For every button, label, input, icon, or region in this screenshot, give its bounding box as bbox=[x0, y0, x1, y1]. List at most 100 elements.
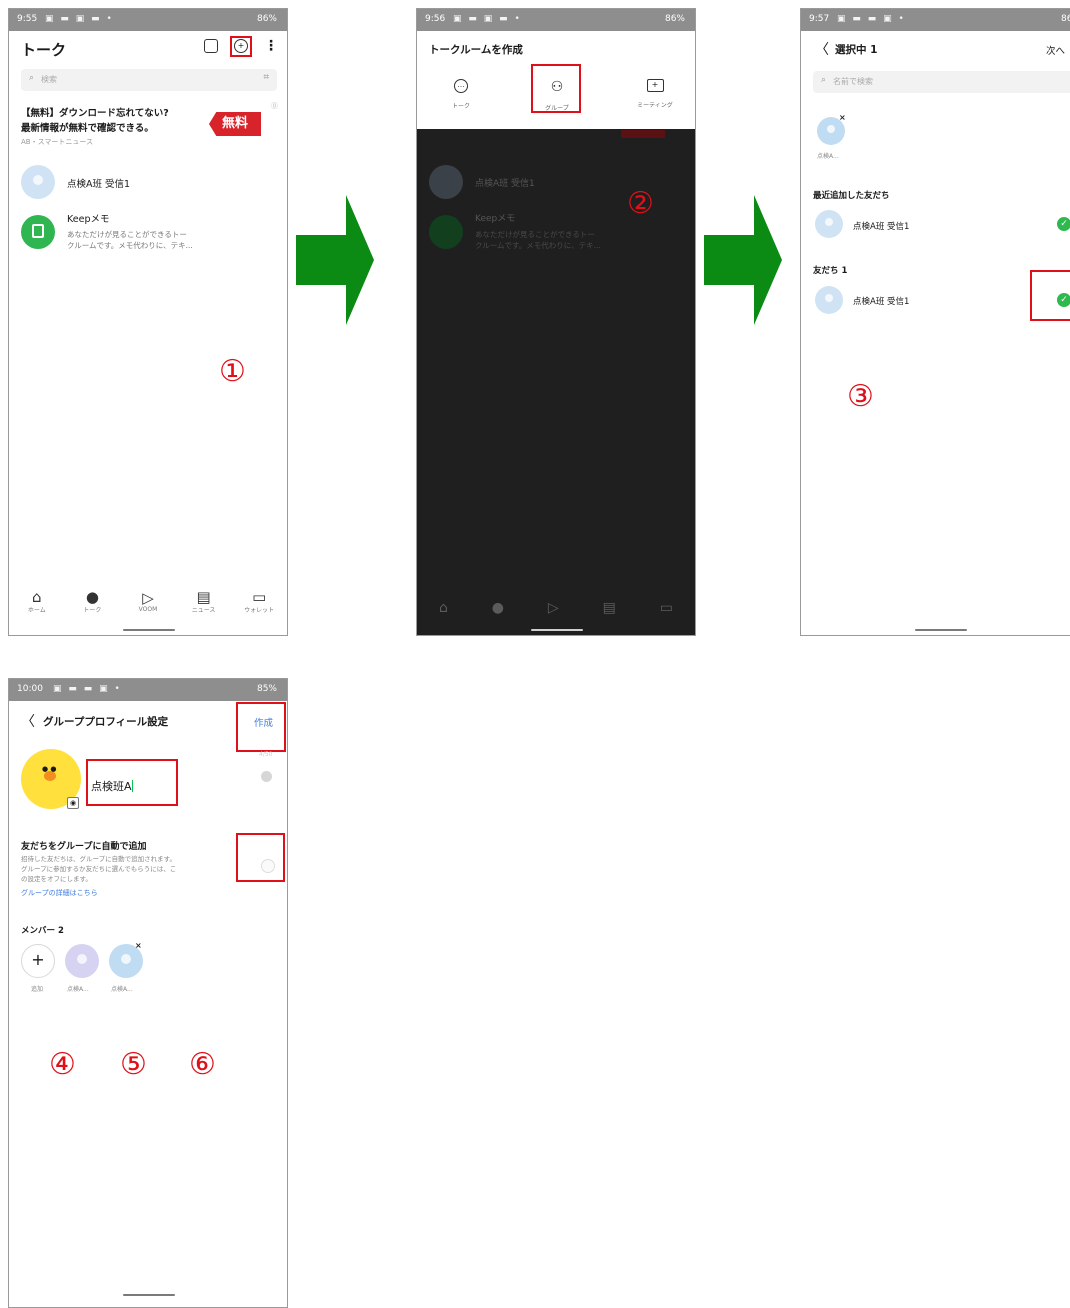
home-indicator bbox=[915, 629, 967, 631]
news-icon: ▤ bbox=[196, 587, 211, 606]
avatar[interactable] bbox=[815, 286, 843, 314]
notification-icons: ▣ ▬ ▬ ▣ • bbox=[837, 14, 906, 24]
notification-icons: ▣ ▬ ▣ ▬ • bbox=[45, 14, 114, 24]
highlight-group-option bbox=[531, 64, 581, 113]
step-label-5: ⑤ bbox=[120, 1047, 147, 1082]
remove-member-icon[interactable]: × bbox=[135, 941, 142, 950]
option-talk[interactable]: … トーク bbox=[439, 79, 483, 112]
search-placeholder: 検索 bbox=[41, 75, 57, 84]
nav-talk[interactable]: ● トーク bbox=[72, 589, 112, 614]
dimmed-ad-badge bbox=[621, 130, 665, 138]
step-label-6: ⑥ bbox=[189, 1047, 216, 1082]
status-bar: 10:00 ▣ ▬ ▬ ▣ • 85% bbox=[9, 679, 287, 701]
camera-icon[interactable]: ◉ bbox=[67, 797, 79, 809]
step-label-2: ② bbox=[627, 186, 654, 221]
auto-add-description: の設定をオフにします。 bbox=[21, 875, 92, 883]
keep-memo-avatar[interactable] bbox=[21, 215, 55, 249]
status-time: 9:56 bbox=[425, 14, 446, 24]
member-label: 点検A... bbox=[111, 986, 133, 993]
clear-icon[interactable] bbox=[261, 771, 272, 782]
step-label-4: ④ bbox=[49, 1047, 76, 1082]
dimmed-keep-avatar bbox=[429, 215, 463, 249]
highlight-create-button bbox=[236, 702, 286, 752]
nav-home[interactable]: ⌂ ホーム bbox=[17, 589, 57, 614]
home-icon: ⌂ bbox=[32, 587, 42, 606]
ad-badge[interactable]: 無料 bbox=[209, 112, 261, 136]
more-menu-icon[interactable]: ⋮ bbox=[264, 38, 278, 54]
screenshot-create-room: 9:56 ▣ ▬ ▣ ▬ • 86% トークルームを作成 … トーク ⚇ グルー… bbox=[416, 8, 696, 636]
video-plus-icon: + bbox=[646, 79, 664, 92]
member-label: 点検A... bbox=[67, 986, 89, 993]
notification-icons: ▣ ▬ ▣ ▬ • bbox=[453, 14, 522, 24]
chat-preview: あなただけが見ることができるトー bbox=[67, 230, 187, 239]
highlight-new-chat bbox=[230, 36, 252, 57]
bottom-nav: ⌂ ホーム ● トーク ▷ VOOM ▤ ニュース ▭ ウォレット bbox=[9, 577, 287, 625]
status-battery: 85% bbox=[256, 684, 277, 694]
screenshot-talk-list: 9:55 ▣ ▬ ▣ ▬ • 86% トーク + ⋮ ⌕ 検索 ⌗ 【無料】ダウ… bbox=[8, 8, 288, 636]
nav-news[interactable]: ▤ ニュース bbox=[184, 589, 224, 614]
search-placeholder: 名前で検索 bbox=[833, 77, 873, 86]
auto-add-description: グループに参加するか友だちに選んでもらうには、こ bbox=[21, 865, 177, 873]
nav-voom[interactable]: ▷ VOOM bbox=[128, 590, 168, 613]
voom-icon: ▷ bbox=[142, 588, 154, 607]
group-details-link[interactable]: グループの詳細はこちら bbox=[21, 888, 98, 898]
highlight-auto-add-toggle bbox=[236, 833, 285, 882]
status-bar: 9:56 ▣ ▬ ▣ ▬ • 86% bbox=[417, 9, 695, 31]
list-icon[interactable] bbox=[204, 39, 218, 53]
arrow-2 bbox=[704, 195, 782, 325]
ad-subtitle: 最新情報が無料で確認できる。 bbox=[21, 123, 154, 134]
members-label: メンバー 2 bbox=[21, 926, 64, 936]
step-label-3: ③ bbox=[847, 379, 874, 414]
home-indicator bbox=[531, 629, 583, 631]
friend-name[interactable]: 点検A班 受信1 bbox=[853, 295, 909, 307]
highlight-group-name bbox=[86, 759, 178, 806]
page-title: グループプロフィール設定 bbox=[43, 716, 169, 728]
sheet-title: トークルームを作成 bbox=[429, 44, 523, 56]
dimmed-chat-preview: あなただけが見ることができるトー bbox=[475, 230, 595, 239]
dimmed-bottom-nav: ⌂ ● ▷ ▤ ▭ bbox=[417, 584, 695, 632]
selected-member-label: 点検A... bbox=[817, 153, 839, 160]
home-indicator bbox=[123, 629, 175, 631]
dimmed-chat-preview: クルームです。メモ代わりに、テキ... bbox=[475, 241, 601, 250]
search-icon: ⌕ bbox=[29, 73, 35, 83]
avatar[interactable] bbox=[815, 210, 843, 238]
status-time: 10:00 bbox=[17, 684, 43, 694]
selected-check-icon[interactable]: ✓ bbox=[1057, 217, 1070, 231]
option-meeting[interactable]: + ミーティング bbox=[627, 79, 683, 111]
home-icon: ⌂ bbox=[438, 600, 448, 616]
back-icon[interactable]: 〈 bbox=[21, 711, 35, 731]
screenshot-select-friends: 9:57 ▣ ▬ ▬ ▣ • 86% 〈 選択中 1 次へ ⌕ 名前で検索 × … bbox=[800, 8, 1070, 636]
avatar[interactable] bbox=[21, 165, 55, 199]
bookmark-icon bbox=[32, 224, 44, 238]
nav-wallet[interactable]: ▭ ウォレット bbox=[239, 589, 279, 614]
status-time: 9:55 bbox=[17, 14, 38, 24]
remove-selected-icon[interactable]: × bbox=[839, 113, 846, 122]
friend-name[interactable]: 点検A班 受信1 bbox=[853, 220, 909, 232]
search-input[interactable]: ⌕ 検索 ⌗ bbox=[21, 69, 277, 91]
chat-preview: クルームです。メモ代わりに、テキ... bbox=[67, 241, 193, 250]
qr-scan-icon[interactable]: ⌗ bbox=[263, 72, 269, 83]
member-avatar[interactable] bbox=[65, 944, 99, 978]
talk-icon: ● bbox=[491, 600, 504, 616]
search-input[interactable]: ⌕ 名前で検索 bbox=[813, 71, 1070, 93]
char-count: 4/50 bbox=[259, 751, 273, 758]
status-battery: 86% bbox=[1060, 14, 1070, 24]
voom-icon: ▷ bbox=[547, 600, 559, 616]
auto-add-title: 友だちをグループに自動で追加 bbox=[21, 842, 147, 852]
screenshot-group-profile: 10:00 ▣ ▬ ▬ ▣ • 85% 〈 グループプロフィール設定 作成 ● … bbox=[8, 678, 288, 1308]
sally-eyes-icon: ● ● bbox=[42, 765, 57, 773]
chat-name[interactable]: 点検A班 受信1 bbox=[67, 176, 130, 190]
dimmed-chat-name: 点検A班 受信1 bbox=[475, 179, 535, 189]
add-member-button[interactable]: + bbox=[21, 944, 55, 978]
back-icon[interactable]: 〈 bbox=[815, 39, 829, 59]
highlight-friend-check bbox=[1030, 270, 1070, 321]
page-title: 選択中 1 bbox=[835, 44, 878, 56]
ad-source: AB・スマートニュース bbox=[21, 138, 94, 146]
ad-title[interactable]: 【無料】ダウンロード忘れてない? bbox=[21, 105, 169, 119]
next-button[interactable]: 次へ bbox=[1046, 43, 1065, 57]
section-recent-friends: 最近追加した友だち bbox=[813, 191, 890, 201]
chat-name[interactable]: Keepメモ bbox=[67, 211, 109, 225]
status-bar: 9:55 ▣ ▬ ▣ ▬ • 86% bbox=[9, 9, 287, 31]
add-member-label: 追加 bbox=[31, 986, 44, 993]
ad-info-icon[interactable]: ⓪ bbox=[271, 101, 278, 111]
